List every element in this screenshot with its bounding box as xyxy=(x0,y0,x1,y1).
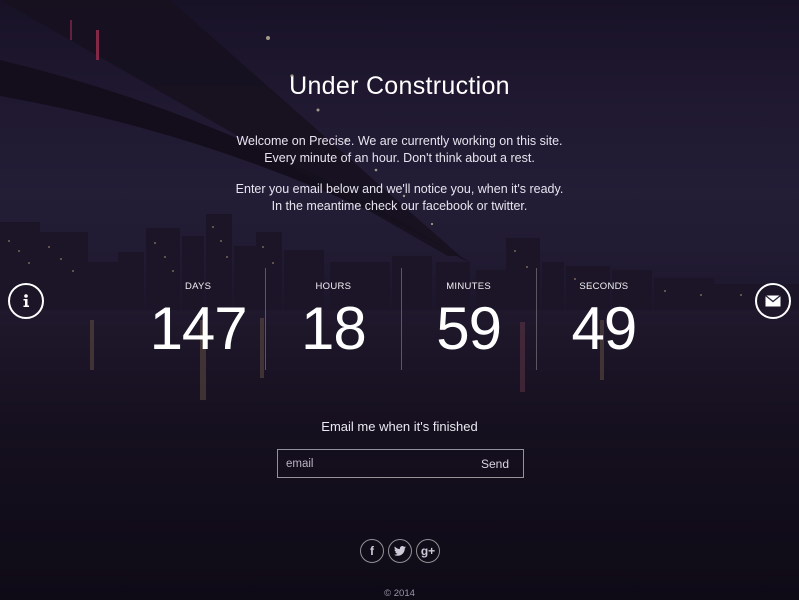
info-button[interactable] xyxy=(8,283,44,319)
email-input[interactable] xyxy=(278,451,467,476)
google-plus-icon: g+ xyxy=(420,544,436,558)
countdown-value: 59 xyxy=(436,295,502,362)
countdown-label: DAYS xyxy=(184,281,212,292)
intro-paragraph-1: Welcome on Precise. We are currently wor… xyxy=(0,133,799,167)
page-title: Under Construction xyxy=(289,72,510,100)
intro-line: Every minute of an hour. Don't think abo… xyxy=(264,151,535,165)
countdown-value: 49 xyxy=(571,295,638,362)
intro-line: Welcome on Precise. We are currently wor… xyxy=(236,134,563,148)
countdown-label: HOURS xyxy=(315,281,352,292)
facebook-icon: f xyxy=(370,544,374,558)
social-links: f g+ xyxy=(360,539,440,563)
copyright: © 2014 xyxy=(384,588,415,599)
countdown-value: 147 xyxy=(149,295,248,362)
intro-line: Enter you email below and we'll notice y… xyxy=(235,182,564,196)
countdown-label: SECONDS xyxy=(579,281,629,292)
send-button[interactable]: Send xyxy=(467,451,523,476)
countdown-minutes: MINUTES 59 xyxy=(400,268,536,370)
twitter-icon xyxy=(394,546,406,556)
contact-button[interactable] xyxy=(755,283,791,319)
countdown-timer: DAYS 147 HOURS 18 MINUTES 59 SECONDS 49 xyxy=(131,268,671,370)
intro-text: Welcome on Precise. We are currently wor… xyxy=(0,133,799,229)
countdown-value: 18 xyxy=(301,295,367,362)
email-heading: Email me when it's finished xyxy=(321,419,478,434)
twitter-button[interactable] xyxy=(388,539,412,563)
countdown-days: DAYS 147 xyxy=(131,268,265,370)
countdown-hours: HOURS 18 xyxy=(265,268,400,370)
envelope-icon xyxy=(765,295,781,307)
google-plus-button[interactable]: g+ xyxy=(416,539,440,563)
intro-line: In the meantime check our facebook or tw… xyxy=(271,199,528,213)
countdown-seconds: SECONDS 49 xyxy=(535,268,671,370)
info-icon xyxy=(23,294,29,307)
email-form: Send xyxy=(277,449,524,478)
intro-paragraph-2: Enter you email below and we'll notice y… xyxy=(0,181,799,215)
facebook-button[interactable]: f xyxy=(360,539,384,563)
countdown-label: MINUTES xyxy=(446,281,492,292)
